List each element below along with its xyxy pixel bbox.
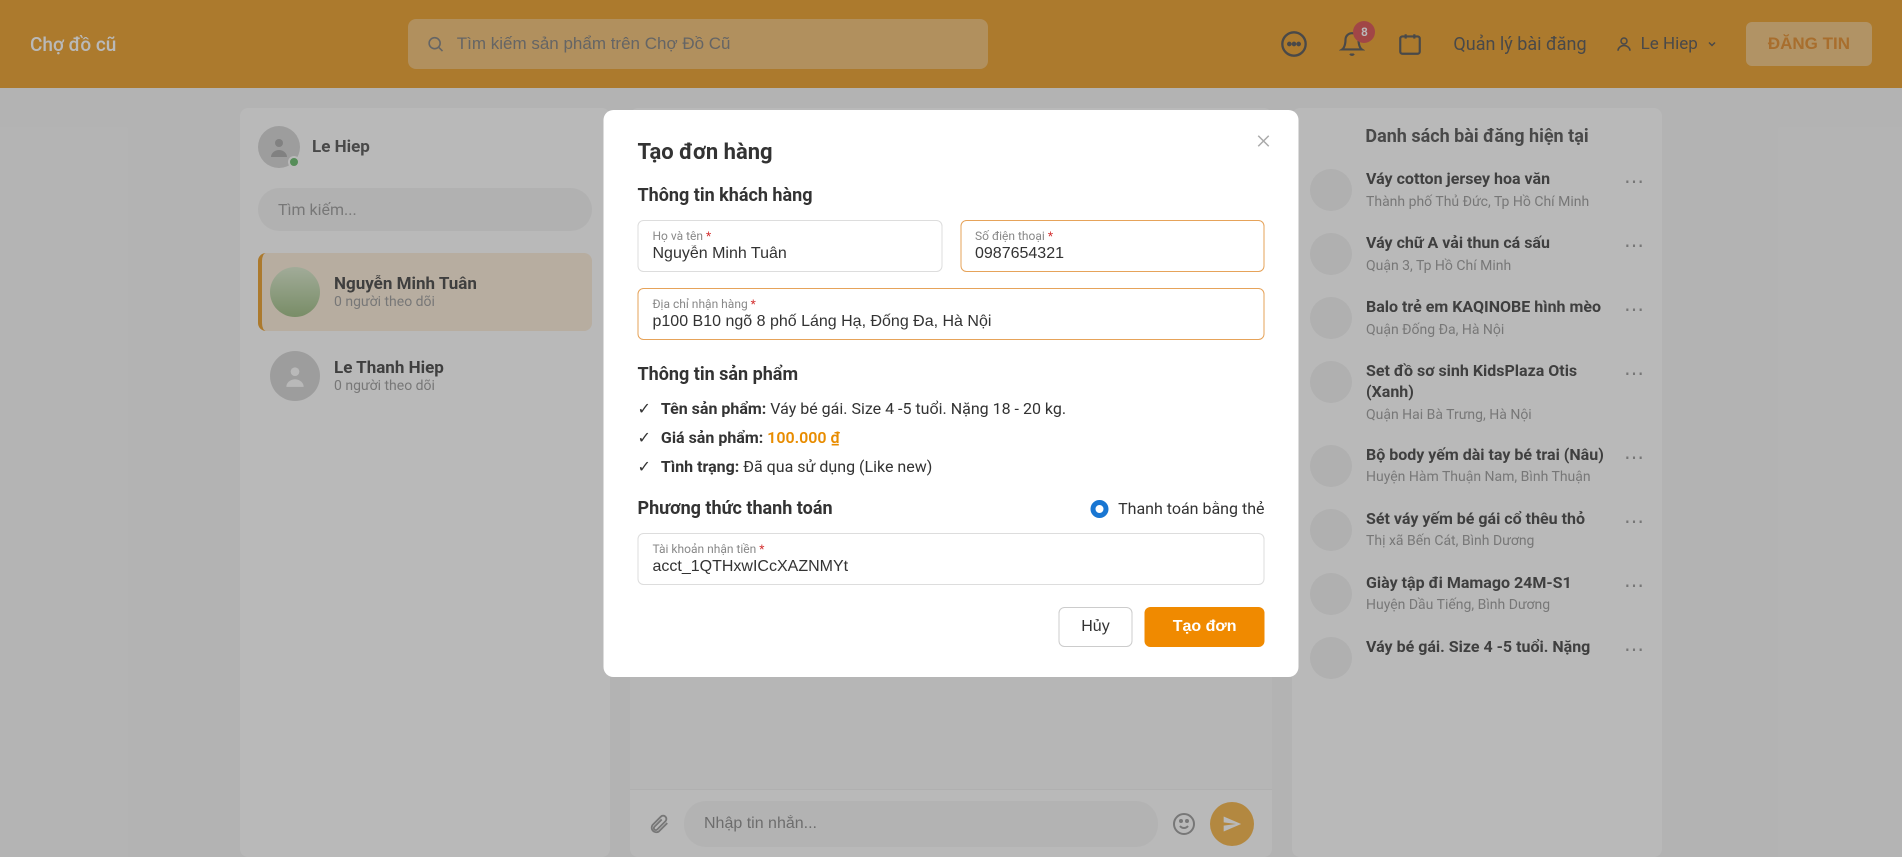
product-condition-row: ✓ Tình trạng: Đã qua sử dụng (Like new) [638,457,1265,476]
cancel-button[interactable]: Hủy [1058,607,1132,647]
check-icon: ✓ [638,399,651,418]
check-icon: ✓ [638,457,651,476]
phone-field[interactable]: Số điện thoại * [960,220,1265,272]
payment-card-radio[interactable]: Thanh toán bằng thẻ [1090,499,1264,518]
customer-section-heading: Thông tin khách hàng [638,185,1265,206]
account-field[interactable]: Tài khoản nhận tiền * [638,533,1265,585]
product-name-row: ✓ Tên sản phẩm: Váy bé gái. Size 4 -5 tu… [638,399,1265,418]
phone-input[interactable] [975,245,1250,263]
address-input[interactable] [653,313,1250,331]
close-button[interactable] [1255,132,1273,150]
name-field[interactable]: Họ và tên * [638,220,943,272]
account-input[interactable] [653,558,1250,576]
name-input[interactable] [653,245,928,263]
modal-title: Tạo đơn hàng [638,140,1265,165]
create-order-modal: Tạo đơn hàng Thông tin khách hàng Họ và … [604,110,1299,677]
product-price-row: ✓ Giá sản phẩm: 100.000 ₫ [638,428,1265,447]
check-icon: ✓ [638,428,651,447]
address-field[interactable]: Địa chỉ nhận hàng * [638,288,1265,340]
close-icon [1255,132,1273,150]
product-section-heading: Thông tin sản phẩm [638,364,1265,385]
radio-selected-icon [1090,500,1108,518]
payment-section-heading: Phương thức thanh toán [638,498,833,519]
submit-button[interactable]: Tạo đơn [1145,607,1265,647]
